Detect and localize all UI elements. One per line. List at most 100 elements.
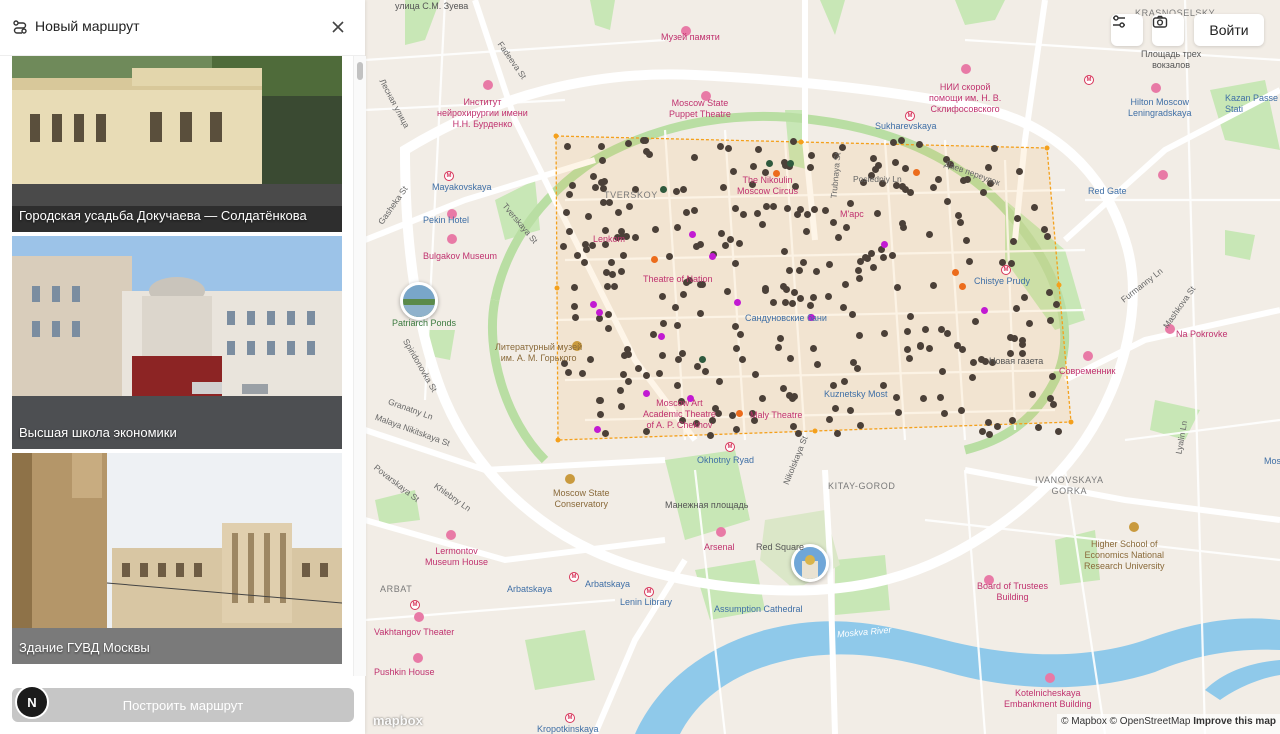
- poi-dot[interactable]: [728, 411, 736, 419]
- poi-dot[interactable]: [874, 209, 882, 217]
- poi-dot[interactable]: [729, 167, 737, 175]
- poi-dot[interactable]: [802, 227, 810, 235]
- poi-dot[interactable]: [954, 341, 962, 349]
- poi-dot[interactable]: [935, 175, 943, 183]
- poi-dot[interactable]: [726, 235, 734, 243]
- camera-button[interactable]: [1152, 14, 1184, 46]
- poi-dot-highlight[interactable]: [733, 298, 741, 306]
- poi-dot[interactable]: [598, 156, 606, 164]
- poi-dot[interactable]: [578, 369, 586, 377]
- poi-dot[interactable]: [752, 370, 760, 378]
- poi-dot[interactable]: [560, 242, 568, 250]
- place-card[interactable]: Здание ГУВД Москвы: [12, 453, 342, 664]
- poi-dot-highlight[interactable]: [735, 409, 743, 417]
- poi-dot-highlight[interactable]: [958, 282, 966, 290]
- login-button[interactable]: Войти: [1194, 14, 1264, 46]
- poi-dot[interactable]: [780, 248, 788, 256]
- poi-dot[interactable]: [598, 142, 606, 150]
- poi-dot[interactable]: [1025, 319, 1033, 327]
- poi-dot[interactable]: [937, 326, 945, 334]
- poi-dot[interactable]: [618, 267, 626, 275]
- poi-dot[interactable]: [969, 358, 977, 366]
- poi-dot[interactable]: [571, 314, 579, 322]
- poi-dot[interactable]: [790, 422, 798, 430]
- poi-dot[interactable]: [842, 223, 850, 231]
- poi-dot[interactable]: [642, 147, 650, 155]
- poi-dot[interactable]: [1006, 333, 1014, 341]
- poi-dot[interactable]: [571, 283, 579, 291]
- poi-dot[interactable]: [922, 325, 930, 333]
- poi-dot[interactable]: [1012, 304, 1020, 312]
- poi-dot[interactable]: [601, 226, 609, 234]
- poi-dot[interactable]: [619, 252, 627, 259]
- poi-dot[interactable]: [720, 183, 728, 191]
- scrollbar-thumb[interactable]: [357, 62, 363, 80]
- sidebar-scrollbar[interactable]: [353, 56, 366, 676]
- poi-dot[interactable]: [717, 229, 725, 237]
- poi-dot[interactable]: [916, 341, 924, 349]
- poi-dot[interactable]: [809, 294, 817, 302]
- poi-dot[interactable]: [597, 410, 605, 418]
- poi-dot[interactable]: [848, 311, 856, 319]
- poi-dot[interactable]: [682, 208, 690, 216]
- poi-dot[interactable]: [793, 210, 801, 218]
- poi-dot-highlight[interactable]: [593, 425, 601, 433]
- poi-dot[interactable]: [723, 287, 731, 295]
- poi-dot[interactable]: [580, 258, 588, 266]
- poi-dot-highlight[interactable]: [589, 300, 597, 308]
- poi-dot[interactable]: [680, 185, 688, 193]
- poi-dot[interactable]: [672, 303, 680, 311]
- place-card[interactable]: Городская усадьба Докучаева — Солдатёнко…: [12, 56, 342, 232]
- poi-dot[interactable]: [1020, 293, 1028, 301]
- poi-dot[interactable]: [624, 378, 632, 386]
- poi-dot[interactable]: [891, 159, 899, 167]
- poi-dot[interactable]: [790, 137, 798, 145]
- poi-dot[interactable]: [821, 207, 829, 215]
- poi-dot[interactable]: [895, 408, 903, 416]
- poi-dot[interactable]: [906, 188, 914, 196]
- poi-dot[interactable]: [1054, 427, 1062, 435]
- poi-dot[interactable]: [1043, 232, 1051, 240]
- poi-dot-highlight[interactable]: [912, 168, 920, 176]
- poi-dot-highlight[interactable]: [650, 255, 658, 263]
- osm-attribution-link[interactable]: © OpenStreetMap: [1110, 716, 1191, 727]
- poi-dot[interactable]: [673, 382, 681, 390]
- poi-dot[interactable]: [780, 384, 788, 392]
- poi-dot[interactable]: [625, 202, 633, 210]
- poi-dot[interactable]: [738, 355, 746, 363]
- poi-dot[interactable]: [810, 206, 818, 214]
- poi-dot[interactable]: [604, 310, 612, 318]
- poi-dot[interactable]: [631, 233, 639, 241]
- poi-dot-highlight[interactable]: [765, 159, 773, 167]
- poi-dot[interactable]: [867, 250, 875, 258]
- poi-dot[interactable]: [786, 355, 794, 363]
- poi-dot[interactable]: [879, 253, 887, 261]
- poi-dot-highlight[interactable]: [698, 355, 706, 363]
- poi-dot[interactable]: [849, 359, 857, 367]
- poi-dot[interactable]: [609, 270, 617, 278]
- mapbox-attribution-link[interactable]: © Mapbox: [1061, 716, 1107, 727]
- poi-dot[interactable]: [740, 210, 748, 218]
- poi-dot-highlight[interactable]: [657, 332, 665, 340]
- poi-dot[interactable]: [1045, 288, 1053, 296]
- poi-dot[interactable]: [691, 206, 699, 214]
- poi-dot-highlight[interactable]: [951, 268, 959, 276]
- poi-dot[interactable]: [602, 429, 610, 437]
- poi-dot[interactable]: [763, 202, 770, 210]
- poi-dot[interactable]: [565, 190, 573, 198]
- poi-dot[interactable]: [906, 312, 914, 320]
- poi-dot[interactable]: [759, 220, 767, 228]
- poi-dot[interactable]: [1013, 214, 1021, 222]
- poi-dot[interactable]: [1018, 340, 1026, 348]
- poi-dot[interactable]: [777, 334, 785, 342]
- poi-dot[interactable]: [715, 409, 723, 417]
- poi-dot[interactable]: [979, 427, 987, 435]
- poi-dot[interactable]: [915, 140, 923, 148]
- poi-dot[interactable]: [810, 344, 818, 352]
- close-icon[interactable]: [330, 19, 346, 35]
- poi-dot-highlight[interactable]: [786, 159, 794, 167]
- mapbox-logo[interactable]: mapbox: [373, 713, 423, 728]
- poi-dot[interactable]: [796, 295, 804, 303]
- poi-dot[interactable]: [906, 354, 914, 362]
- poi-dot[interactable]: [1040, 226, 1048, 234]
